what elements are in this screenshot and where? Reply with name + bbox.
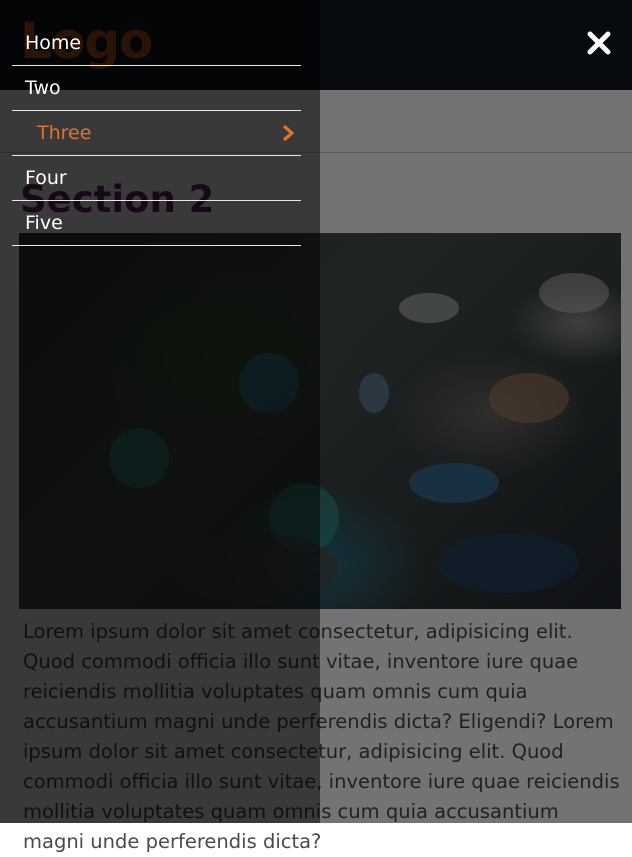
menu-item-four[interactable]: Four — [12, 156, 301, 201]
menu-item-home[interactable]: Home — [12, 21, 301, 66]
menu-item-label: Two — [25, 77, 61, 99]
menu-item-label: Three — [37, 122, 92, 144]
menu-item-label: Home — [25, 32, 82, 54]
chevron-right-icon[interactable] — [283, 125, 295, 141]
close-icon — [587, 31, 611, 55]
side-menu: Home Two Three Four Five — [0, 0, 320, 823]
menu-item-label: Five — [25, 212, 63, 234]
menu-item-three[interactable]: Three — [12, 111, 301, 156]
close-menu-button[interactable] — [580, 24, 618, 62]
menu-list: Home Two Three Four Five — [12, 21, 301, 246]
menu-item-two[interactable]: Two — [12, 66, 301, 111]
menu-item-label: Four — [25, 167, 67, 189]
menu-item-five[interactable]: Five — [12, 201, 301, 246]
